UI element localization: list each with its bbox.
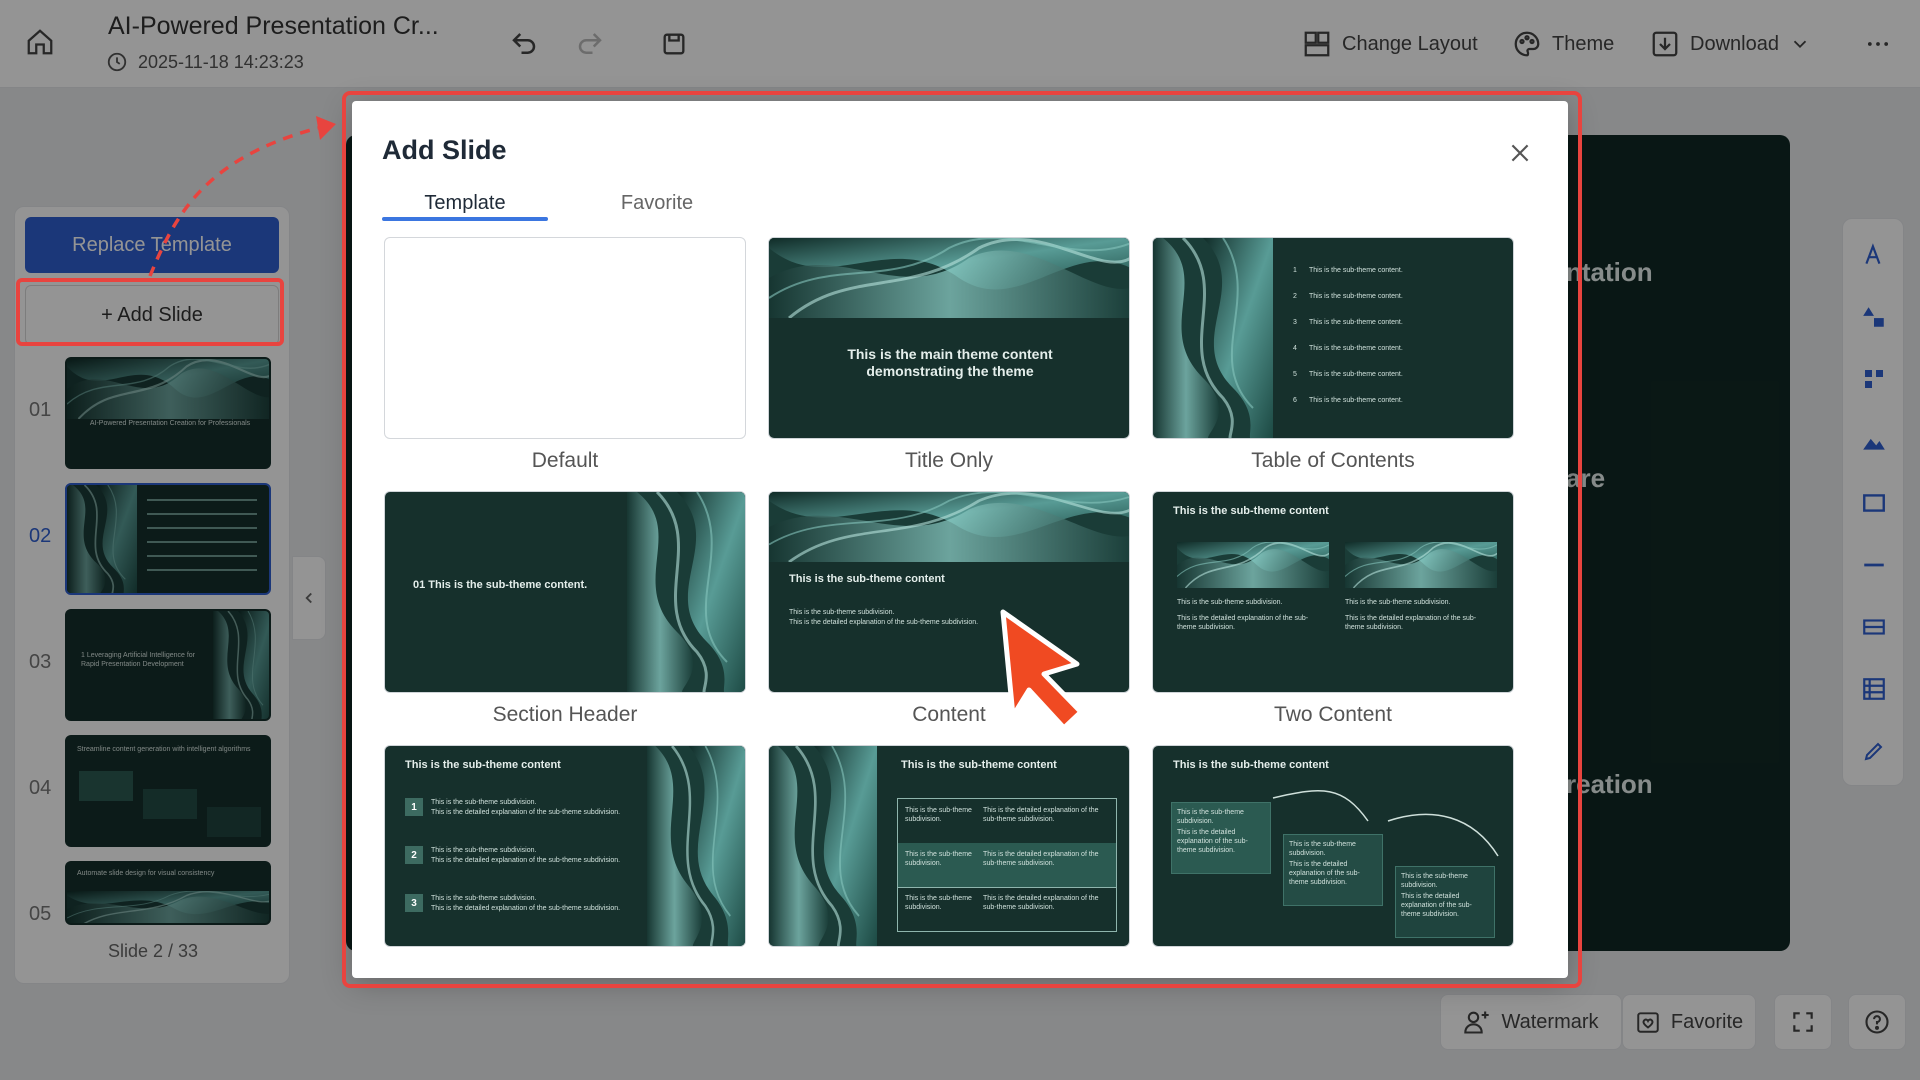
preview-line: This is the detailed explanation of the … <box>1177 829 1248 854</box>
template-preview: This is the sub-theme content 1 This is … <box>384 745 746 947</box>
toc-number: 2 <box>1293 293 1297 300</box>
template-preview: 1 This is the sub-theme content. 2 This … <box>1152 237 1514 439</box>
template-preview: This is the sub-theme content This is th… <box>1152 491 1514 693</box>
toc-number: 4 <box>1293 345 1297 352</box>
template-label: Content <box>912 703 986 726</box>
preview-line: This is the sub-theme subdivision. <box>905 895 972 911</box>
preview-line: This is the sub-theme subdivision. <box>1289 841 1356 857</box>
preview-line: This is the sub-theme subdivision. <box>1177 599 1283 606</box>
preview-title-text: This is the main theme content demonstra… <box>847 346 1053 379</box>
template-label: Two Content <box>1274 703 1392 726</box>
template-label: Title Only <box>905 449 993 472</box>
template-preview: This is the main theme content demonstra… <box>768 237 1130 439</box>
list-number: 2 <box>405 846 423 864</box>
toc-number: 1 <box>1293 267 1297 274</box>
template-preview: This is the sub-theme content This is th… <box>768 745 1130 947</box>
preview-heading: This is the sub-theme content <box>1173 505 1329 517</box>
template-label: Section Header <box>492 703 638 726</box>
tab-favorite[interactable]: Favorite <box>592 185 722 221</box>
preview-heading: This is the sub-theme content <box>789 573 945 585</box>
wave-artwork <box>769 238 1129 318</box>
toc-item: This is the sub-theme content. <box>1309 267 1403 274</box>
preview-line: This is the sub-theme subdivision. <box>1401 873 1468 889</box>
toc-item: This is the sub-theme content. <box>1309 293 1403 300</box>
toc-number: 3 <box>1293 319 1297 326</box>
preview-line: This is the detailed explanation of the … <box>1345 615 1477 631</box>
preview-line: This is the sub-theme subdivision. <box>431 895 537 902</box>
wave-artwork <box>1177 542 1329 588</box>
template-label: Default <box>531 449 599 472</box>
preview-line: This is the sub-theme subdivision. <box>1177 809 1244 825</box>
template-preview: This is the sub-theme content This is th… <box>1152 745 1514 947</box>
add-slide-dialog: Add Slide Template Favorite Default This… <box>352 101 1568 978</box>
preview-line: This is the sub-theme subdivision. <box>431 847 537 854</box>
preview-heading: This is the sub-theme content <box>405 759 561 771</box>
tab-template[interactable]: Template <box>382 185 548 221</box>
toc-item: This is the sub-theme content. <box>1309 397 1403 404</box>
active-tab-indicator <box>382 217 548 221</box>
preview-line: This is the sub-theme subdivision. <box>905 851 972 867</box>
list-number: 1 <box>405 798 423 816</box>
list-number: 3 <box>405 894 423 912</box>
preview-line: This is the sub-theme subdivision. <box>431 799 537 806</box>
preview-line: This is the detailed explanation of the … <box>983 895 1099 911</box>
preview-section-text: 01 This is the sub-theme content. <box>413 579 588 591</box>
preview-line: This is the sub-theme subdivision. <box>789 609 895 616</box>
preview-line: This is the detailed explanation of the … <box>431 809 621 816</box>
wave-artwork <box>647 746 745 946</box>
toc-number: 5 <box>1293 371 1297 378</box>
preview-line: This is the detailed explanation of the … <box>1401 893 1472 918</box>
dialog-title: Add Slide <box>382 135 507 165</box>
template-preview: 01 This is the sub-theme content. <box>384 491 746 693</box>
preview-line: This is the sub-theme subdivision. <box>905 807 972 823</box>
template-preview <box>384 237 746 439</box>
preview-line: This is the sub-theme subdivision. <box>1345 599 1451 606</box>
preview-line: This is the detailed explanation of the … <box>983 807 1099 823</box>
preview-line: This is the detailed explanation of the … <box>789 619 979 626</box>
preview-heading: This is the sub-theme content <box>901 759 1057 771</box>
toc-number: 6 <box>1293 397 1297 404</box>
wave-artwork <box>1153 238 1273 438</box>
wave-artwork <box>1345 542 1497 588</box>
preview-line: This is the detailed explanation of the … <box>983 851 1099 867</box>
preview-line: This is the detailed explanation of the … <box>431 857 621 864</box>
wave-artwork <box>769 746 877 946</box>
toc-item: This is the sub-theme content. <box>1309 345 1403 352</box>
toc-item: This is the sub-theme content. <box>1309 319 1403 326</box>
close-button[interactable] <box>1502 135 1538 171</box>
preview-line: This is the detailed explanation of the … <box>431 905 621 912</box>
wave-artwork <box>769 492 1129 562</box>
close-icon <box>1511 144 1529 162</box>
template-label: Table of Contents <box>1251 449 1415 472</box>
preview-line: This is the detailed explanation of the … <box>1177 615 1309 631</box>
template-preview: This is the sub-theme content This is th… <box>768 491 1130 693</box>
wave-artwork <box>627 492 745 692</box>
toc-item: This is the sub-theme content. <box>1309 371 1403 378</box>
preview-line: This is the detailed explanation of the … <box>1289 861 1360 886</box>
